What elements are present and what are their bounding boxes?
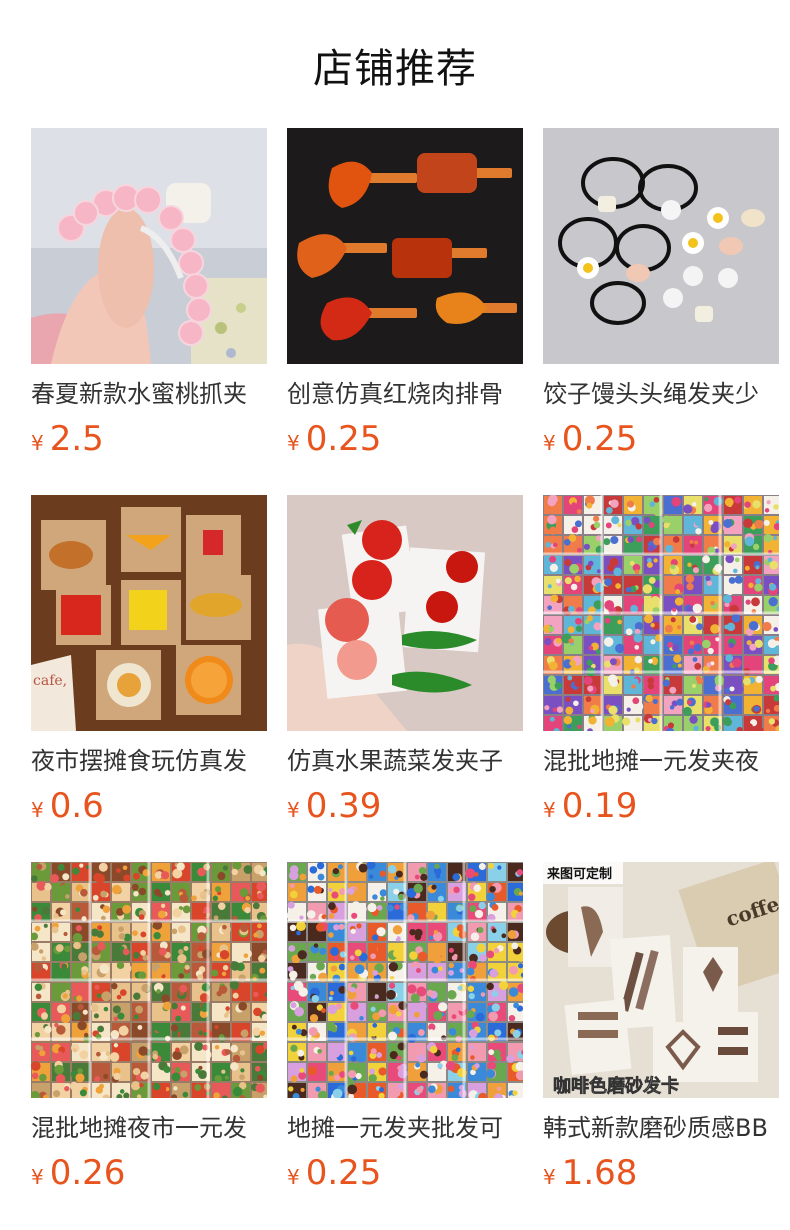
page-title: 店铺推荐 [313, 46, 477, 92]
image-text-cafe: cafe, [33, 673, 67, 689]
product-name[interactable]: 韩式新款磨砂质感BB [543, 1112, 779, 1144]
price-row: ¥0.25 [287, 418, 523, 460]
product-price: 0.19 [561, 786, 638, 826]
product-card[interactable]: 地摊一元发夹批发可 ¥0.25 [287, 862, 523, 1229]
currency-symbol: ¥ [287, 431, 300, 455]
currency-symbol: ¥ [31, 798, 44, 822]
product-card[interactable]: 春夏新款水蜜桃抓夹 ¥2.5 [31, 128, 267, 495]
product-image[interactable] [31, 862, 267, 1098]
product-image[interactable]: cafe, [31, 495, 267, 731]
price-row: ¥2.5 [31, 418, 267, 460]
image-text-caption: 咖啡色磨砂发卡 [553, 1075, 679, 1097]
product-name[interactable]: 地摊一元发夹批发可 [287, 1112, 523, 1144]
product-image[interactable] [543, 128, 779, 364]
product-card[interactable]: coffe 来图可定制 咖啡色磨砂发卡 韩式新款磨砂质感BB ¥ 1.68 [543, 862, 779, 1229]
product-card[interactable]: cafe, 夜市摆摊食玩仿真发 ¥0.6 [31, 495, 267, 862]
product-price: 0.25 [305, 1153, 382, 1193]
currency-symbol: ¥ [287, 798, 300, 822]
currency-symbol: ¥ [543, 798, 556, 822]
product-card[interactable]: 仿真水果蔬菜发夹子 ¥0.39 [287, 495, 523, 862]
product-name[interactable]: 饺子馒头头绳发夹少 [543, 378, 779, 410]
price-row: ¥0.6 [31, 785, 267, 827]
product-image[interactable] [543, 495, 779, 731]
price-row: ¥0.25 [287, 1152, 523, 1194]
product-price: 0.25 [305, 419, 382, 459]
currency-symbol: ¥ [287, 1165, 300, 1189]
product-card[interactable]: 混批地摊夜市一元发 ¥0.26 [31, 862, 267, 1229]
product-name[interactable]: 春夏新款水蜜桃抓夹 [31, 378, 267, 410]
product-price: 0.26 [49, 1153, 126, 1193]
product-card[interactable]: 饺子馒头头绳发夹少 ¥0.25 [543, 128, 779, 495]
price-row: ¥0.19 [543, 785, 779, 827]
product-image[interactable] [31, 128, 267, 364]
product-name[interactable]: 夜市摆摊食玩仿真发 [31, 745, 267, 777]
product-price: 0.25 [561, 419, 638, 459]
price-row: ¥0.25 [543, 418, 779, 460]
price-row: ¥0.26 [31, 1152, 267, 1194]
product-card[interactable]: 创意仿真红烧肉排骨 ¥0.25 [287, 128, 523, 495]
currency-symbol: ¥ [543, 1165, 556, 1189]
product-card[interactable]: 混批地摊一元发夹夜 ¥0.19 [543, 495, 779, 862]
product-name[interactable]: 仿真水果蔬菜发夹子 [287, 745, 523, 777]
product-price: 0.39 [305, 786, 382, 826]
currency-symbol: ¥ [31, 431, 44, 455]
currency-symbol: ¥ [31, 1165, 44, 1189]
product-image[interactable] [287, 128, 523, 364]
product-price: 0.6 [49, 786, 104, 826]
price-row: ¥1.68 [543, 1152, 779, 1194]
product-price: 2.5 [49, 419, 104, 459]
product-image[interactable]: coffe 来图可定制 咖啡色磨砂发卡 [543, 862, 779, 1098]
product-image[interactable] [287, 862, 523, 1098]
product-price: 1.68 [561, 1153, 638, 1193]
currency-symbol: ¥ [543, 431, 556, 455]
product-grid: 春夏新款水蜜桃抓夹 ¥2.5 创意仿真红烧肉排骨 ¥ 0.25 饺子馒头头绳发夹… [31, 128, 779, 1229]
product-image[interactable] [287, 495, 523, 731]
product-name[interactable]: 混批地摊夜市一元发 [31, 1112, 267, 1144]
price-row: ¥0.39 [287, 785, 523, 827]
product-name[interactable]: 混批地摊一元发夹夜 [543, 745, 779, 777]
image-text-custom-badge: 来图可定制 [546, 866, 612, 882]
product-name[interactable]: 创意仿真红烧肉排骨 [287, 378, 523, 410]
